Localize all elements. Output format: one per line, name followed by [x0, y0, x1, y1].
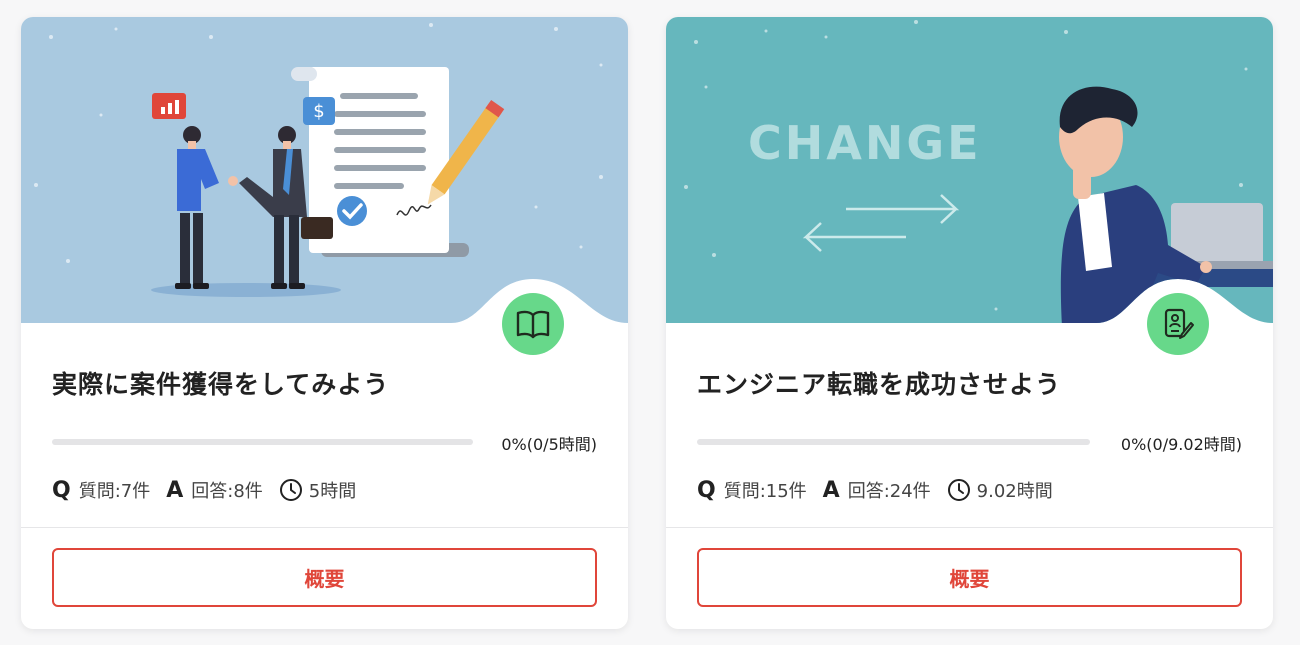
divider: [21, 527, 628, 528]
overview-button[interactable]: 概要: [52, 548, 597, 607]
question-letter-icon: Q: [52, 477, 71, 503]
overview-button[interactable]: 概要: [697, 548, 1242, 607]
course-card: $ 実際に案件獲得をしてみよう 0%(0/5時間) Q 質問:7件 A 回答:8…: [21, 17, 628, 629]
progress-text: 0%(0/9.02時間): [1120, 435, 1242, 454]
progress-bar: [697, 439, 1090, 445]
answer-letter-icon: A: [166, 477, 184, 503]
progress-bar: [52, 439, 473, 445]
total-hours: 5時間: [308, 481, 357, 502]
answer-letter-icon: A: [822, 477, 840, 503]
divider: [666, 527, 1273, 528]
progress-text: 0%(0/5時間): [501, 435, 597, 454]
resume-edit-icon: [1147, 293, 1209, 355]
question-count: 質問:15件: [723, 481, 807, 502]
total-hours: 9.02時間: [976, 481, 1053, 502]
course-title: 実際に案件獲得をしてみよう: [52, 370, 390, 399]
open-book-icon: [502, 293, 564, 355]
course-card: CHANGE エンジニア転職を成功させよう 0%(0/9.02時間) Q 質問:…: [666, 17, 1273, 629]
course-stats: Q 質問:7件 A 回答:8件 5時間: [52, 475, 356, 505]
answer-count: 回答:8件: [191, 481, 263, 502]
clock-icon: [279, 478, 303, 502]
course-stats: Q 質問:15件 A 回答:24件 9.02時間: [697, 475, 1053, 505]
answer-count: 回答:24件: [847, 481, 931, 502]
clock-icon: [947, 478, 971, 502]
question-count: 質問:7件: [78, 481, 151, 502]
question-letter-icon: Q: [697, 477, 716, 503]
course-title: エンジニア転職を成功させよう: [697, 370, 1062, 399]
svg-text:$: $: [313, 101, 324, 122]
hero-change-text: CHANGE: [748, 116, 982, 170]
